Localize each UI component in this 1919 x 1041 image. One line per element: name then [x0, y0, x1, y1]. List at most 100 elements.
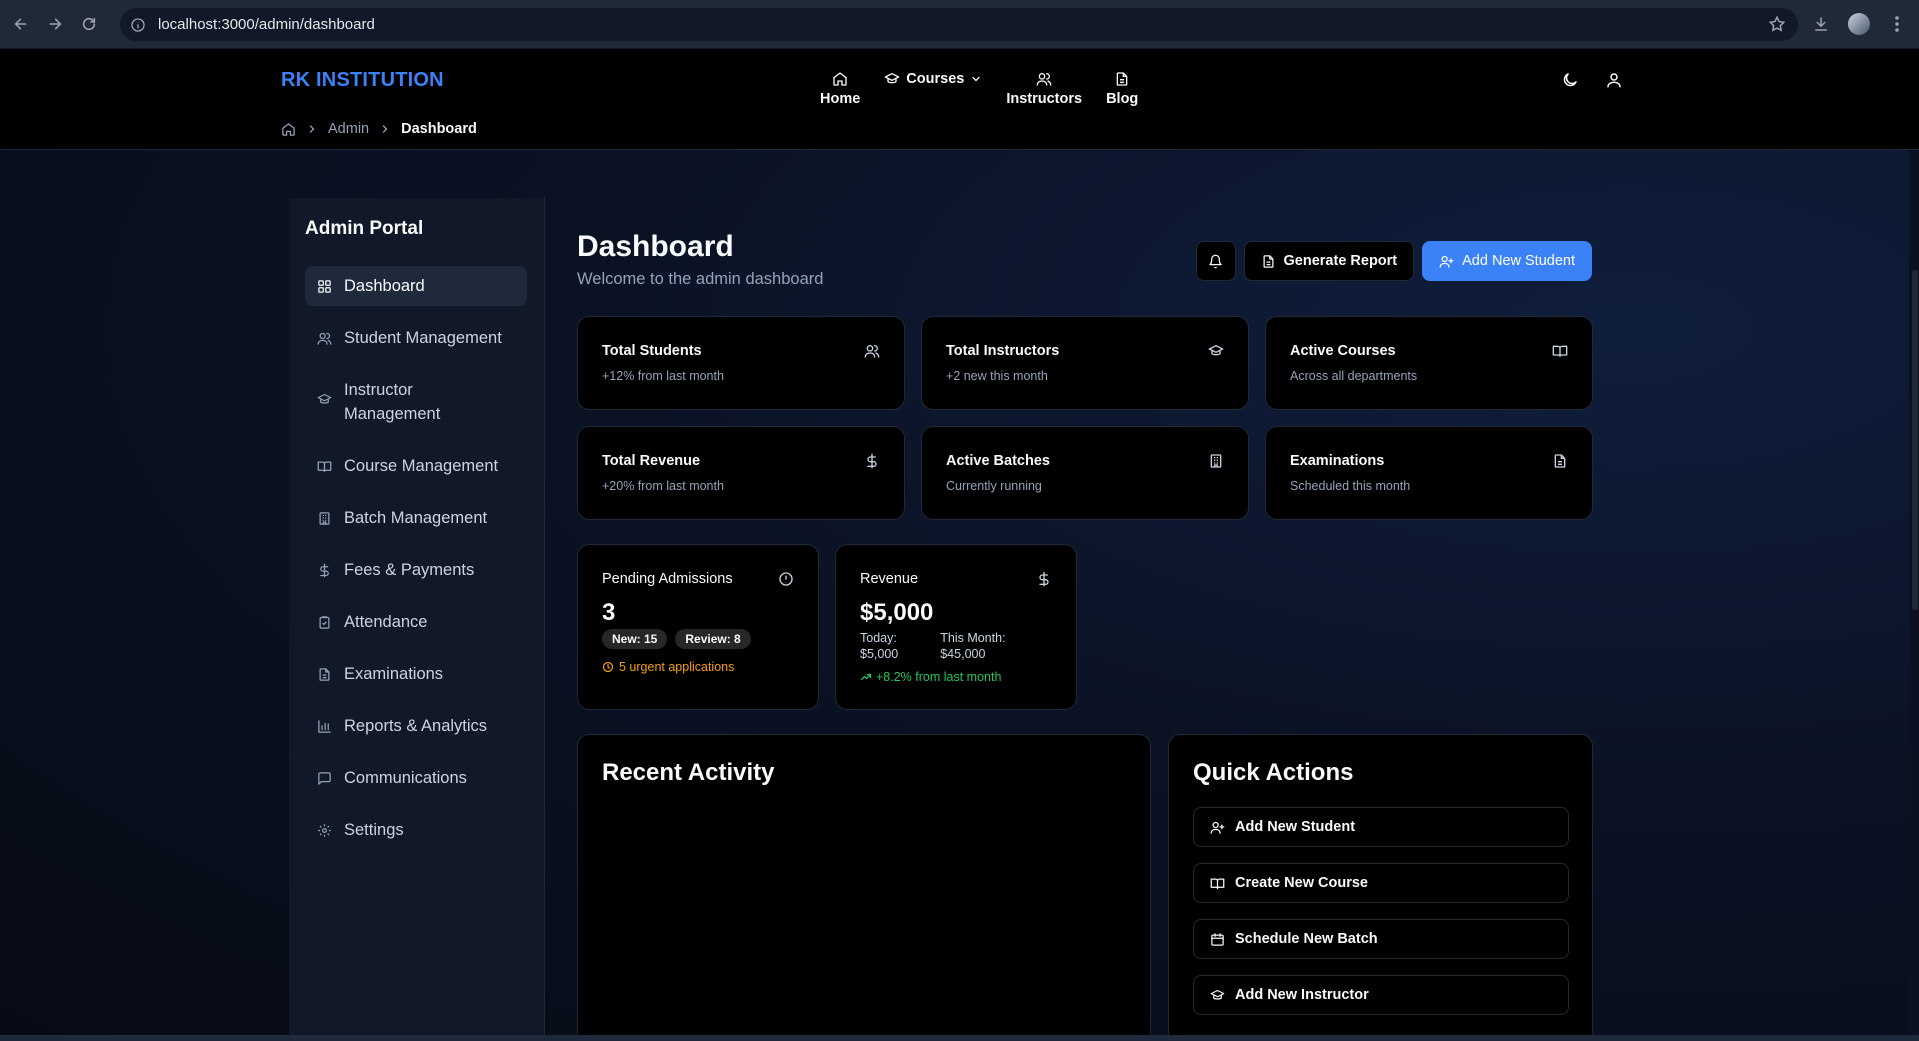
- quick-add-student-button[interactable]: Add New Student: [1193, 807, 1569, 847]
- pill-new: New: 15: [602, 629, 668, 649]
- sidebar-item-examinations[interactable]: Examinations: [305, 654, 527, 694]
- sidebar-item-attendance[interactable]: Attendance: [305, 602, 527, 642]
- month-label: This Month:: [940, 631, 1006, 645]
- page-scrollbar[interactable]: [1909, 150, 1919, 1041]
- sidebar-item-label: Student Management: [344, 329, 502, 347]
- trend-text: +8.2% from last month: [876, 670, 1002, 684]
- sidebar-title: Admin Portal: [305, 218, 424, 239]
- quick-create-course-button[interactable]: Create New Course: [1193, 863, 1569, 903]
- sidebar-item-label: Course Management: [344, 457, 499, 475]
- sidebar-item-student-management[interactable]: Student Management: [305, 318, 527, 358]
- nav-home[interactable]: Home: [820, 71, 860, 107]
- dollar-icon: [1036, 571, 1052, 587]
- generate-report-button[interactable]: Generate Report: [1243, 241, 1415, 281]
- revenue-month: This Month: $45,000: [940, 630, 1005, 662]
- add-new-student-label: Add New Student: [1462, 253, 1575, 269]
- bar-chart-icon: [317, 719, 332, 734]
- brand-logo[interactable]: RK INSTITUTION: [281, 69, 444, 92]
- menu-dots-icon[interactable]: [1885, 12, 1909, 36]
- nav-courses[interactable]: Courses: [884, 71, 982, 107]
- generate-report-label: Generate Report: [1283, 253, 1398, 269]
- stat-subtitle: Currently running: [946, 479, 1042, 493]
- chevron-right-icon: [379, 123, 391, 135]
- graduation-cap-icon: [317, 392, 332, 407]
- sidebar-item-batch-management[interactable]: Batch Management: [305, 498, 527, 538]
- stat-title: Active Batches: [946, 453, 1050, 469]
- clock-icon: [602, 661, 614, 673]
- stat-subtitle: Across all departments: [1290, 369, 1418, 383]
- revenue-trend: +8.2% from last month: [860, 670, 1001, 684]
- revenue-value: $5,000: [860, 599, 934, 626]
- sidebar-item-label: Reports & Analytics: [344, 717, 488, 735]
- urgent-note: 5 urgent applications: [602, 660, 734, 674]
- horizontal-scrollbar[interactable]: [0, 1035, 1919, 1041]
- quick-action-label: Schedule New Batch: [1235, 931, 1378, 947]
- quick-add-instructor-button[interactable]: Add New Instructor: [1193, 975, 1569, 1015]
- building-icon: [1208, 453, 1224, 469]
- site-info-icon[interactable]: [130, 17, 146, 33]
- sidebar-item-dashboard[interactable]: Dashboard: [305, 266, 527, 306]
- chevron-down-icon: [970, 73, 982, 85]
- stat-title: Active Courses: [1290, 343, 1396, 359]
- breadcrumb-admin[interactable]: Admin: [328, 121, 369, 137]
- revenue-today: Today: $5,000: [860, 630, 898, 662]
- address-bar[interactable]: localhost:3000/admin/dashboard: [120, 8, 1798, 41]
- graduation-cap-icon: [1210, 988, 1225, 1003]
- revenue-card: Revenue $5,000 Today: $5,000 This Month:…: [835, 544, 1077, 710]
- page-subtitle: Welcome to the admin dashboard: [577, 270, 824, 288]
- sidebar-item-fees-payments[interactable]: Fees & Payments: [305, 550, 527, 590]
- info-circle-icon: [778, 571, 794, 587]
- forward-arrow-icon[interactable]: [44, 13, 66, 35]
- reload-icon[interactable]: [78, 13, 100, 35]
- sidebar-item-course-management[interactable]: Course Management: [305, 446, 527, 486]
- graduation-cap-icon: [884, 71, 900, 87]
- today-value: $5,000: [860, 647, 899, 661]
- stat-card-total-instructors: Total Instructors +2 new this month: [921, 316, 1249, 410]
- quick-actions-title: Quick Actions: [1193, 759, 1354, 786]
- moon-icon[interactable]: [1561, 71, 1579, 89]
- users-icon: [864, 343, 880, 359]
- site-header: RK INSTITUTION Home Courses Instructors: [0, 49, 1919, 150]
- book-open-icon: [1552, 343, 1568, 359]
- bookmark-star-icon[interactable]: [1768, 15, 1786, 33]
- stat-subtitle: +2 new this month: [946, 369, 1048, 383]
- stat-subtitle: +20% from last month: [602, 479, 724, 493]
- user-plus-icon: [1210, 820, 1225, 835]
- nav-instructors[interactable]: Instructors: [1006, 71, 1082, 107]
- breadcrumb: Admin Dashboard: [281, 121, 477, 137]
- stat-card-total-revenue: Total Revenue +20% from last month: [577, 426, 905, 520]
- sidebar-item-reports-analytics[interactable]: Reports & Analytics: [305, 706, 527, 746]
- sidebar-item-communications[interactable]: Communications: [305, 758, 527, 798]
- home-icon: [832, 71, 848, 87]
- today-label: Today:: [860, 631, 897, 645]
- stat-card-active-courses: Active Courses Across all departments: [1265, 316, 1593, 410]
- file-text-icon: [1261, 254, 1276, 269]
- quick-schedule-batch-button[interactable]: Schedule New Batch: [1193, 919, 1569, 959]
- nav-blog[interactable]: Blog: [1106, 71, 1138, 107]
- notifications-button[interactable]: [1195, 241, 1236, 281]
- stat-card-active-batches: Active Batches Currently running: [921, 426, 1249, 520]
- stat-title: Total Students: [602, 343, 702, 359]
- urgent-text: 5 urgent applications: [619, 660, 735, 674]
- back-arrow-icon[interactable]: [10, 13, 32, 35]
- user-icon[interactable]: [1605, 71, 1623, 89]
- recent-activity-panel: Recent Activity: [577, 734, 1151, 1041]
- sidebar-item-instructor-management[interactable]: Instructor Management: [305, 370, 527, 434]
- book-open-icon: [1210, 876, 1225, 891]
- pending-admissions-card: Pending Admissions 3 New: 15 Review: 8 5…: [577, 544, 819, 710]
- sidebar-item-settings[interactable]: Settings: [305, 810, 527, 850]
- sidebar-item-label: Attendance: [344, 613, 428, 631]
- download-icon[interactable]: [1809, 12, 1833, 36]
- admin-sidebar: Admin Portal Dashboard Student Managemen…: [289, 198, 545, 1036]
- calendar-icon: [1210, 932, 1225, 947]
- header-actions: Generate Report Add New Student: [1195, 241, 1592, 281]
- home-icon[interactable]: [281, 122, 296, 137]
- add-new-student-button[interactable]: Add New Student: [1422, 241, 1592, 281]
- building-icon: [317, 511, 332, 526]
- browser-toolbar: localhost:3000/admin/dashboard: [0, 0, 1919, 49]
- sidebar-item-label: Instructor Management: [344, 381, 441, 423]
- scrollbar-thumb[interactable]: [1912, 270, 1918, 610]
- profile-avatar-icon[interactable]: [1847, 12, 1871, 36]
- sidebar-item-label: Dashboard: [344, 277, 425, 295]
- sidebar-item-label: Examinations: [344, 665, 444, 683]
